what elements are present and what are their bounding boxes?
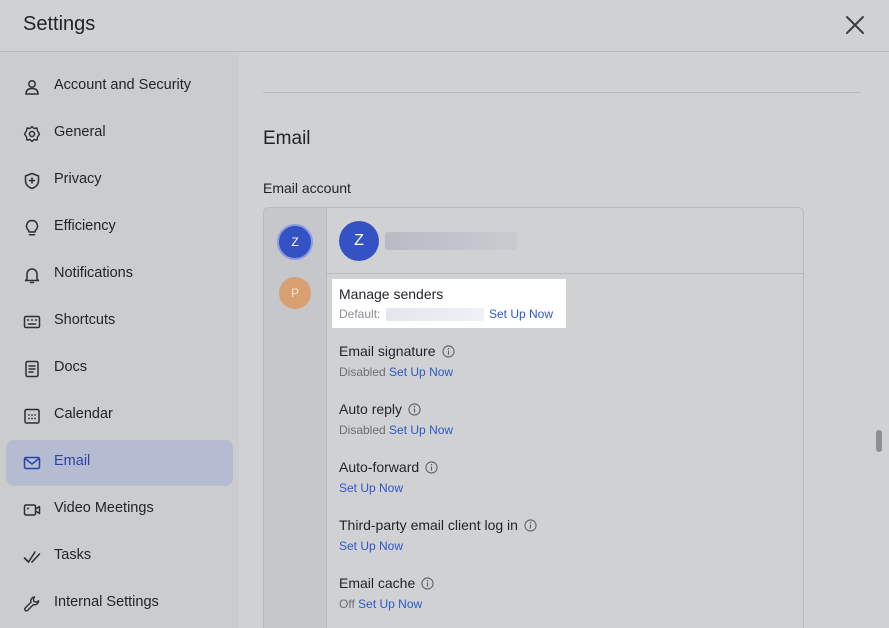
sidebar-item-general[interactable]: General bbox=[6, 111, 233, 157]
info-icon[interactable] bbox=[408, 402, 421, 416]
sidebar-item-label: Calendar bbox=[54, 406, 113, 422]
sidebar-item-label: Shortcuts bbox=[54, 312, 116, 328]
account-avatar-z[interactable]: Z bbox=[277, 224, 313, 260]
sidebar-item-tasks[interactable]: Tasks bbox=[6, 534, 233, 580]
wrench-icon bbox=[24, 596, 40, 612]
selected-account-header: Z bbox=[327, 208, 803, 274]
email-signature-status: Disabled bbox=[339, 365, 386, 379]
user-icon bbox=[25, 80, 39, 95]
section-divider bbox=[263, 92, 861, 93]
auto-forward-setting: Auto-forward Set Up Now bbox=[339, 459, 438, 495]
sidebar-item-label: Email bbox=[54, 453, 91, 469]
video-camera-icon bbox=[23, 504, 41, 516]
auto-reply-status: Disabled bbox=[339, 423, 386, 437]
scrollbar-thumb[interactable] bbox=[876, 430, 882, 452]
auto-reply-setting: Auto reply Disabled Set Up Now bbox=[339, 401, 453, 437]
sidebar-item-label: Video Meetings bbox=[54, 500, 154, 516]
email-signature-title: Email signature bbox=[339, 343, 436, 359]
sidebar-item-efficiency[interactable]: Efficiency bbox=[6, 205, 233, 251]
sidebar-item-notifications[interactable]: Notifications bbox=[6, 252, 233, 298]
calendar-icon bbox=[24, 408, 40, 424]
bell-icon bbox=[24, 268, 40, 284]
third-party-setup-link[interactable]: Set Up Now bbox=[339, 539, 403, 553]
sidebar-item-privacy[interactable]: Privacy bbox=[6, 158, 233, 204]
lightbulb-icon bbox=[25, 219, 39, 236]
sidebar-item-label: Privacy bbox=[54, 171, 102, 187]
account-avatar-p[interactable]: P bbox=[279, 277, 311, 309]
auto-forward-setup-link[interactable]: Set Up Now bbox=[339, 481, 403, 495]
email-account-card: Z P Z Email signature Disabled Set Up No… bbox=[263, 207, 804, 628]
manage-senders-title: Manage senders bbox=[339, 286, 444, 302]
avatar: Z bbox=[339, 221, 379, 261]
settings-sidebar: Account and Security General Privacy Eff… bbox=[0, 52, 239, 628]
close-icon[interactable] bbox=[843, 13, 867, 37]
mail-icon bbox=[23, 456, 41, 470]
sidebar-item-account-security[interactable]: Account and Security bbox=[6, 64, 233, 110]
account-rail: Z P bbox=[264, 208, 327, 628]
auto-reply-setup-link[interactable]: Set Up Now bbox=[389, 423, 453, 437]
auto-forward-title: Auto-forward bbox=[339, 459, 420, 475]
sidebar-item-video-meetings[interactable]: Video Meetings bbox=[6, 487, 233, 533]
email-signature-setting: Email signature Disabled Set Up Now bbox=[339, 343, 455, 379]
keyboard-icon bbox=[23, 315, 41, 329]
sidebar-item-label: Account and Security bbox=[54, 77, 192, 93]
email-cache-title: Email cache bbox=[339, 575, 416, 591]
section-title: Email bbox=[263, 128, 311, 149]
task-check-icon bbox=[23, 551, 41, 563]
info-icon[interactable] bbox=[441, 344, 455, 358]
info-icon[interactable] bbox=[425, 460, 438, 474]
redacted-account-name bbox=[385, 232, 517, 250]
sidebar-item-email[interactable]: Email bbox=[6, 440, 233, 486]
sidebar-item-label: Efficiency bbox=[54, 218, 116, 234]
page-title: Settings bbox=[23, 13, 96, 35]
sidebar-item-label: Tasks bbox=[54, 547, 92, 563]
email-signature-setup-link[interactable]: Set Up Now bbox=[389, 365, 453, 379]
info-icon[interactable] bbox=[524, 518, 537, 532]
third-party-title: Third-party email client log in bbox=[339, 517, 518, 533]
sidebar-item-label: Internal Settings bbox=[54, 594, 159, 610]
redacted-default-sender bbox=[386, 308, 484, 321]
sidebar-item-shortcuts[interactable]: Shortcuts bbox=[6, 299, 233, 345]
manage-senders-setup-link[interactable]: Set Up Now bbox=[489, 307, 553, 321]
sidebar-item-calendar[interactable]: Calendar bbox=[6, 393, 233, 439]
email-cache-status: Off bbox=[339, 597, 355, 611]
sidebar-item-label: Docs bbox=[54, 359, 88, 375]
settings-content: Email Email account Z P Z Email signatur… bbox=[239, 52, 889, 628]
email-account-label: Email account bbox=[263, 180, 351, 196]
email-cache-setup-link[interactable]: Set Up Now bbox=[358, 597, 422, 611]
gear-icon bbox=[23, 125, 41, 143]
document-icon bbox=[25, 360, 39, 378]
sidebar-item-docs[interactable]: Docs bbox=[6, 346, 233, 392]
email-cache-setting: Email cache Off Set Up Now bbox=[339, 575, 434, 611]
shield-icon bbox=[24, 172, 40, 190]
manage-senders-default-label: Default: bbox=[339, 307, 381, 321]
info-icon[interactable] bbox=[421, 576, 434, 590]
manage-senders-setting: Manage senders Default: Set Up Now bbox=[332, 279, 566, 328]
settings-header: Settings bbox=[0, 0, 889, 52]
sidebar-item-label: Notifications bbox=[54, 265, 133, 281]
third-party-client-setting: Third-party email client log in Set Up N… bbox=[339, 517, 537, 553]
sidebar-item-label: General bbox=[54, 124, 106, 140]
auto-reply-title: Auto reply bbox=[339, 401, 403, 417]
sidebar-item-internal-settings[interactable]: Internal Settings bbox=[6, 581, 233, 627]
